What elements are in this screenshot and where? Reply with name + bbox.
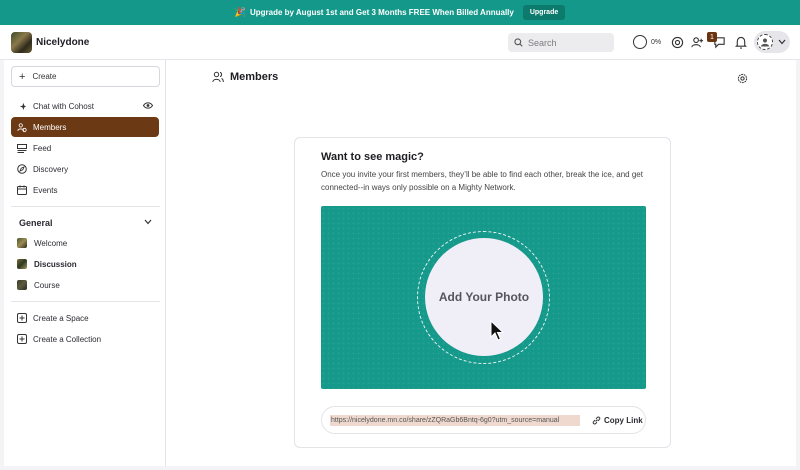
- share-link-row: https://nicelydone.mn.co/share/zZQRaGb6B…: [321, 406, 646, 434]
- sidebar-item-label: Discovery: [33, 164, 69, 174]
- main-content: Members Want to see magic? Once you invi…: [166, 60, 796, 466]
- upgrade-button[interactable]: Upgrade: [522, 5, 566, 20]
- space-thumbnail: [17, 238, 27, 248]
- card-description: Once you invite your first members, they…: [321, 170, 643, 192]
- progress-ring-icon: [633, 35, 647, 49]
- settings-icon[interactable]: [737, 71, 748, 89]
- feed-icon: [17, 143, 27, 153]
- notification-badge: 1: [707, 32, 717, 42]
- create-label: Create: [32, 72, 57, 81]
- page-title: Members: [230, 71, 279, 83]
- top-bar: Nicelydone 0%: [0, 25, 800, 60]
- copy-link-label: Copy Link: [604, 415, 643, 425]
- create-collection-label: Create a Collection: [33, 334, 102, 344]
- promo-text: Upgrade by August 1st and Get 3 Months F…: [249, 8, 514, 17]
- invite-card: Want to see magic? Once you invite your …: [294, 137, 671, 448]
- sidebar-item-course[interactable]: Course: [11, 275, 159, 295]
- sidebar-item-label: Chat with Cohost: [33, 101, 94, 111]
- plus-square-icon: [17, 334, 27, 344]
- members-icon: [17, 122, 27, 132]
- chevron-down-icon[interactable]: [144, 219, 152, 225]
- add-member-icon[interactable]: [690, 35, 704, 49]
- sidebar-item-label: Course: [34, 280, 60, 290]
- plus-icon: +: [19, 70, 26, 83]
- search-box[interactable]: [508, 33, 614, 52]
- add-photo-button[interactable]: Add Your Photo: [425, 238, 543, 356]
- search-input[interactable]: [528, 37, 608, 48]
- party-popper-icon: 🎉: [234, 7, 246, 17]
- sidebar-item-label: Events: [33, 185, 58, 195]
- chevron-down-icon: [778, 39, 786, 45]
- space-thumbnail: [17, 280, 27, 290]
- copy-link-button[interactable]: Copy Link: [592, 416, 643, 425]
- progress-value: 0%: [651, 38, 662, 46]
- sidebar-item-discovery[interactable]: Discovery: [11, 159, 159, 179]
- sidebar-item-discussion[interactable]: Discussion: [11, 254, 159, 274]
- share-link-url[interactable]: https://nicelydone.mn.co/share/zZQRaGb6B…: [330, 414, 580, 426]
- calendar-icon: [17, 185, 27, 195]
- onboarding-progress[interactable]: 0%: [633, 35, 661, 49]
- sidebar-item-feed[interactable]: Feed: [11, 138, 159, 158]
- card-title: Want to see magic?: [321, 151, 424, 163]
- gear-badge-icon[interactable]: [670, 35, 684, 49]
- sidebar: + Create Chat with Cohost Members Feed D…: [4, 60, 166, 466]
- plus-square-icon: [17, 313, 27, 323]
- sidebar-item-members[interactable]: Members: [11, 117, 159, 137]
- cursor-pointer-icon: [490, 320, 504, 341]
- add-photo-panel: Add Your Photo: [321, 206, 646, 389]
- promo-banner: 🎉 Upgrade by August 1st and Get 3 Months…: [0, 0, 800, 25]
- sparkle-icon: [17, 101, 27, 111]
- divider: [11, 206, 160, 207]
- profile-menu-button[interactable]: [754, 31, 790, 53]
- brand-logo[interactable]: [11, 32, 32, 53]
- divider: [11, 301, 160, 302]
- eye-icon[interactable]: [142, 102, 154, 111]
- bell-icon[interactable]: [734, 35, 748, 49]
- sidebar-item-welcome[interactable]: Welcome: [11, 233, 159, 253]
- create-button[interactable]: + Create: [11, 66, 160, 87]
- create-space-button[interactable]: Create a Space: [11, 308, 159, 328]
- create-space-label: Create a Space: [33, 313, 89, 323]
- compass-icon: [17, 164, 27, 174]
- space-thumbnail: [17, 259, 27, 269]
- add-photo-label: Add Your Photo: [438, 290, 530, 304]
- section-title-general[interactable]: General: [19, 218, 53, 228]
- create-collection-button[interactable]: Create a Collection: [11, 329, 159, 349]
- sidebar-item-label: Welcome: [34, 238, 68, 248]
- sidebar-item-label: Discussion: [34, 259, 77, 269]
- brand-name[interactable]: Nicelydone: [36, 37, 89, 48]
- link-icon: [592, 415, 601, 425]
- search-icon: [514, 38, 523, 47]
- sidebar-item-label: Members: [33, 122, 67, 132]
- sidebar-item-chat-with-cohost[interactable]: Chat with Cohost: [11, 96, 159, 116]
- sidebar-item-events[interactable]: Events: [11, 180, 159, 200]
- sidebar-item-label: Feed: [33, 143, 52, 153]
- avatar: [757, 34, 773, 50]
- members-icon: [212, 70, 224, 88]
